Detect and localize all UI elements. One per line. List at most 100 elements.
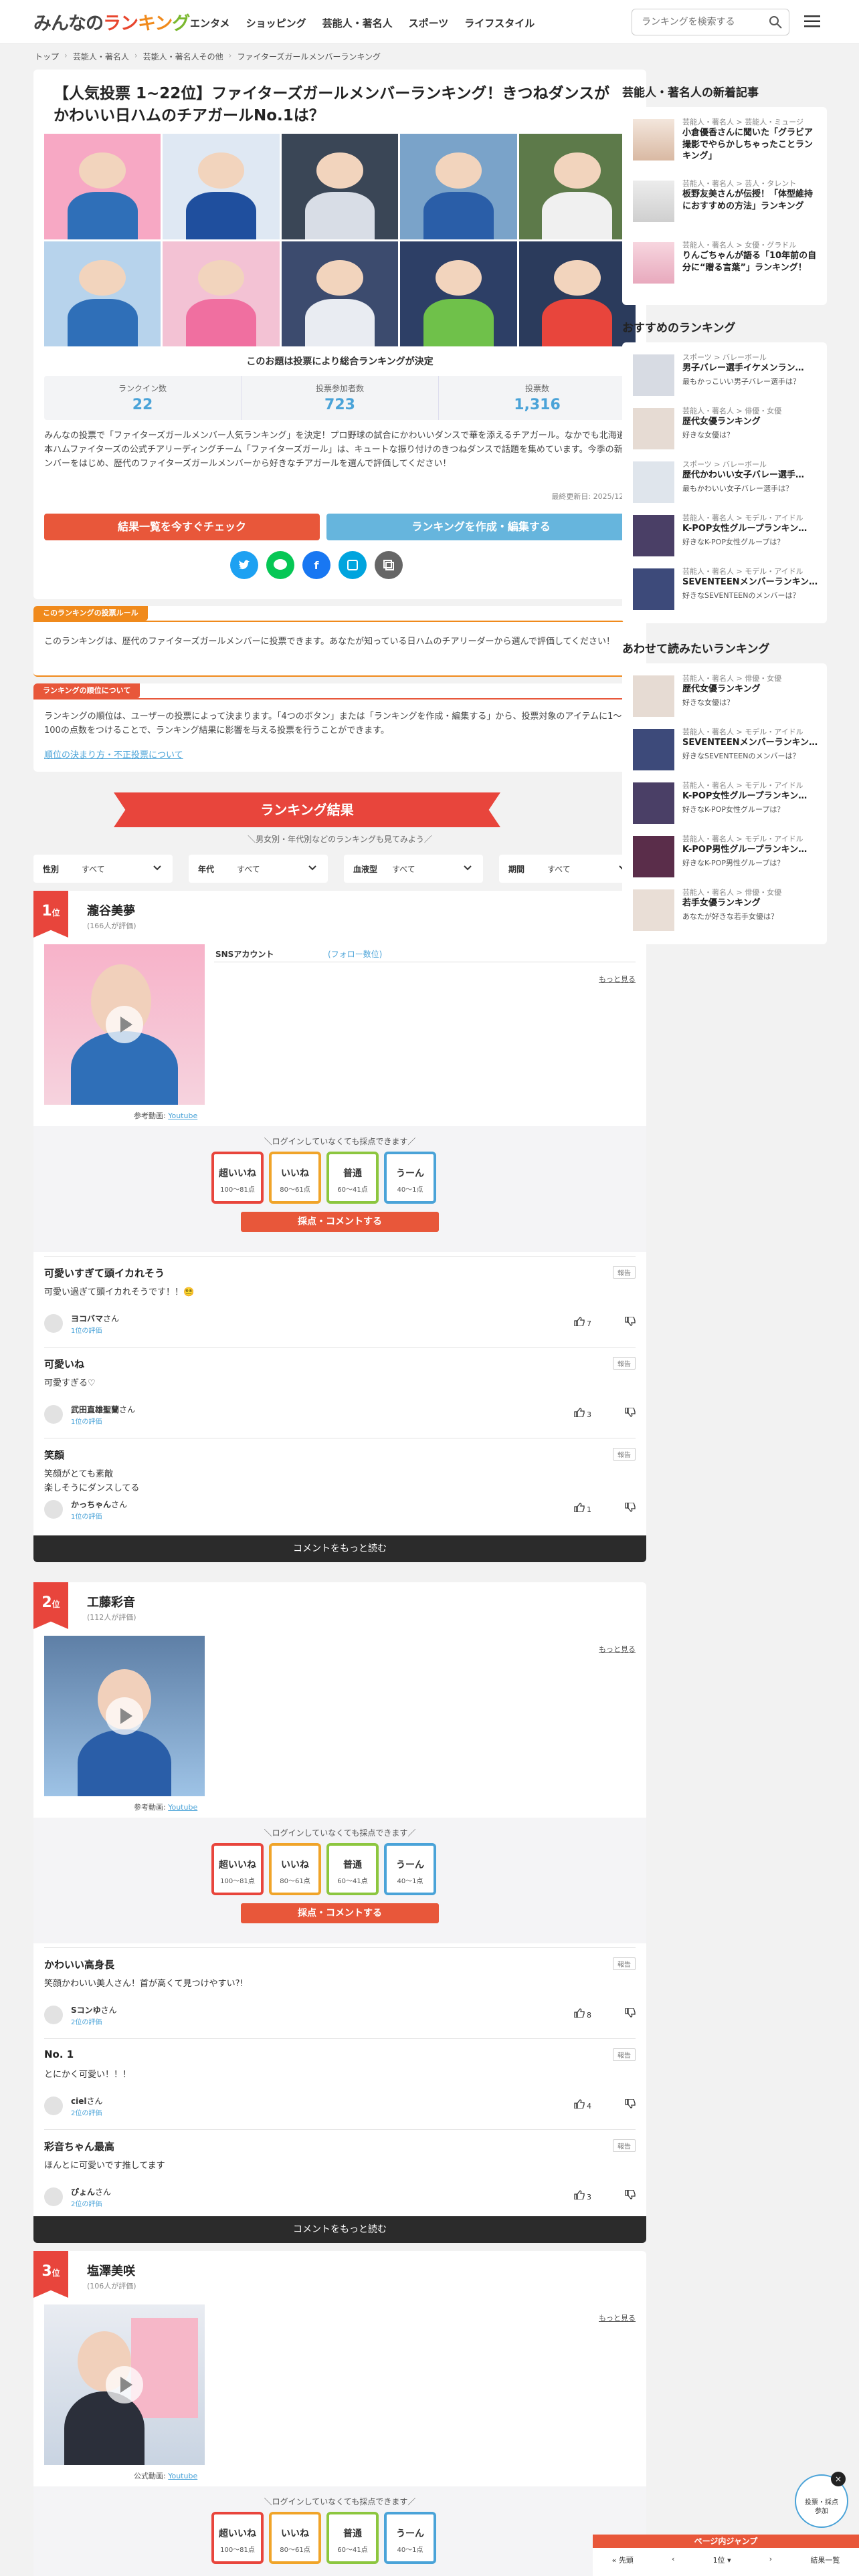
play-icon[interactable] [106, 1697, 143, 1735]
comment-eval[interactable]: 1位の評価 [71, 1511, 102, 1521]
vote-normal-button[interactable]: 普通 60〜41点 [326, 1843, 379, 1895]
more-comments-button[interactable]: コメントをもっと読む [33, 2216, 646, 2243]
vote-super-like-button[interactable]: 超いいね 100〜81点 [211, 2512, 264, 2564]
recommended-item[interactable]: スポーツ > バレーボール 男子バレー選手イケメンラン… 最もかっこいい男子バレー選… [633, 352, 820, 408]
comment-user[interactable]: ヨコバマさん [71, 1313, 119, 1324]
also-read-item[interactable]: 芸能人・著名人 > モデル・アイドル SEVENTEENメンバーランキン… 好きなS… [633, 726, 820, 782]
filter-gender[interactable]: 性別 すべて [33, 855, 173, 883]
like-button[interactable]: 3 [573, 2190, 591, 2202]
nav-item-shopping[interactable]: ショッピング [246, 16, 306, 30]
report-button[interactable]: 報告 [613, 1357, 636, 1370]
news-item[interactable]: 芸能人・著名人 > 芸人・タレント 板野友美さんが伝授！「体型維持におすすめの方… [633, 178, 820, 234]
dislike-icon[interactable] [625, 2189, 636, 2202]
comment-user[interactable]: かっちゃんさん [71, 1499, 127, 1510]
see-more-link[interactable]: もっと見る [599, 974, 636, 984]
like-button[interactable]: 3 [573, 1408, 591, 1419]
close-icon[interactable]: × [831, 2472, 846, 2486]
recommended-item[interactable]: 芸能人・著名人 > モデル・アイドル SEVENTEENメンバーランキン… 好きなS… [633, 566, 820, 622]
hatena-share-icon[interactable] [339, 551, 367, 579]
score-comment-button[interactable]: 採点・コメントする [241, 1903, 439, 1923]
report-button[interactable]: 報告 [613, 2048, 636, 2061]
facebook-share-icon[interactable]: f [302, 551, 330, 579]
site-logo[interactable]: みんなのランキング [33, 9, 190, 35]
vote-normal-button[interactable]: 普通 60〜41点 [326, 1152, 379, 1204]
filter-period[interactable]: 期間 すべて [499, 855, 638, 883]
sns-value[interactable]: (フォロー数位) [328, 948, 382, 960]
see-more-link[interactable]: もっと見る [599, 1644, 636, 1654]
vote-meh-button[interactable]: うーん 40〜1点 [384, 1843, 436, 1895]
hamburger-menu-icon[interactable] [804, 15, 820, 31]
play-icon[interactable] [106, 2366, 143, 2403]
recommended-item[interactable]: 芸能人・著名人 > 俳優・女優 歴代女優ランキング 好きな女優は？ [633, 405, 820, 461]
dislike-icon[interactable] [625, 1502, 636, 1515]
comment-user[interactable]: cielさん [71, 2095, 103, 2107]
jump-results-button[interactable]: 結果一覧 [810, 2555, 840, 2565]
dislike-icon[interactable] [625, 1407, 636, 1420]
news-item[interactable]: 芸能人・著名人 > 芸能人・ミュージ 小倉優香さんに聞いた「グラビア撮影でやらか… [633, 116, 820, 173]
dislike-icon[interactable] [625, 2008, 636, 2020]
breadcrumb-other[interactable]: 芸能人・著名人その他 [143, 51, 223, 62]
like-button[interactable]: 4 [573, 2099, 591, 2111]
jump-first-button[interactable]: « 先頭 [612, 2555, 634, 2565]
like-button[interactable]: 7 [573, 1317, 591, 1328]
comment-eval[interactable]: 2位の評価 [71, 2107, 102, 2117]
report-button[interactable]: 報告 [613, 1957, 636, 1970]
twitter-share-icon[interactable] [230, 551, 258, 579]
recommended-item[interactable]: スポーツ > バレーボール 歴代かわいい女子バレー選手… 最もかわいい女子バレー選手… [633, 459, 820, 515]
youtube-link[interactable]: Youtube [168, 1111, 197, 1120]
vote-meh-button[interactable]: うーん 40〜1点 [384, 1152, 436, 1204]
vote-super-like-button[interactable]: 超いいね 100〜81点 [211, 1152, 264, 1204]
create-ranking-button[interactable]: ランキングを作成・編集する [326, 514, 636, 540]
breadcrumb-celebrity[interactable]: 芸能人・著名人 [73, 51, 129, 62]
comment-user[interactable]: 武田直雄聖蘭さん [71, 1404, 135, 1415]
chevron-left-icon[interactable]: ‹ [672, 2555, 674, 2565]
like-button[interactable]: 8 [573, 2008, 591, 2020]
search-icon[interactable] [769, 15, 782, 31]
comment-eval[interactable]: 1位の評価 [71, 1416, 102, 1426]
see-more-link[interactable]: もっと見る [599, 2313, 636, 2323]
nav-item-entame[interactable]: エンタメ [190, 16, 230, 30]
vote-like-button[interactable]: いいね 80〜61点 [269, 1843, 321, 1895]
also-read-item[interactable]: 芸能人・著名人 > 俳優・女優 歴代女優ランキング 好きな女優は？ [633, 673, 820, 729]
like-button[interactable]: 1 [573, 1503, 591, 1514]
report-button[interactable]: 報告 [613, 1266, 636, 1279]
vote-participate-fab[interactable]: × 投票・採点 参加 [795, 2472, 848, 2528]
search-input[interactable] [642, 9, 769, 35]
fraud-policy-link[interactable]: 順位の決まり方・不正投票について [44, 749, 183, 763]
dislike-icon[interactable] [625, 1316, 636, 1329]
entry-name[interactable]: 瀧谷美夢 [87, 901, 135, 919]
jump-position-select[interactable]: 1位 ▾ [713, 2555, 731, 2565]
filter-blood-type[interactable]: 血液型 すべて [344, 855, 483, 883]
report-button[interactable]: 報告 [613, 2139, 636, 2152]
comment-user[interactable]: Sコンゆさん [71, 2004, 117, 2016]
entry-video[interactable] [44, 1636, 205, 1796]
also-read-item[interactable]: 芸能人・著名人 > モデル・アイドル K-POP女性グループランキン… 好きなK-P… [633, 780, 820, 836]
comment-eval[interactable]: 1位の評価 [71, 1325, 102, 1335]
chevron-right-icon[interactable]: › [769, 2555, 772, 2565]
entry-name[interactable]: 塩澤美咲 [87, 2262, 135, 2279]
comment-user[interactable]: ぴょんさん [71, 2186, 111, 2197]
vote-meh-button[interactable]: うーん 40〜1点 [384, 2512, 436, 2564]
entry-name[interactable]: 工藤彩音 [87, 1593, 135, 1610]
news-item[interactable]: 芸能人・著名人 > 女優・グラドル りんごちゃんが語る「10年前の自分に“贈る言… [633, 239, 820, 296]
vote-like-button[interactable]: いいね 80〜61点 [269, 1152, 321, 1204]
play-icon[interactable] [106, 1006, 143, 1043]
view-results-button[interactable]: 結果一覧を今すぐチェック [44, 514, 320, 540]
nav-item-sports[interactable]: スポーツ [409, 16, 449, 30]
comment-eval[interactable]: 2位の評価 [71, 2016, 102, 2026]
entry-video[interactable] [44, 2304, 205, 2465]
breadcrumb-top[interactable]: トップ [35, 51, 59, 62]
youtube-link[interactable]: Youtube [168, 1803, 197, 1812]
dislike-icon[interactable] [625, 2099, 636, 2111]
vote-super-like-button[interactable]: 超いいね 100〜81点 [211, 1843, 264, 1895]
nav-item-celebrity[interactable]: 芸能人・著名人 [322, 16, 393, 30]
entry-video[interactable] [44, 944, 205, 1105]
also-read-item[interactable]: 芸能人・著名人 > 俳優・女優 若手女優ランキング あなたが好きな若手女優は？ [633, 887, 820, 943]
more-comments-button[interactable]: コメントをもっと読む [33, 1535, 646, 1562]
score-comment-button[interactable]: 採点・コメントする [241, 1212, 439, 1232]
comment-eval[interactable]: 2位の評価 [71, 2198, 102, 2208]
vote-normal-button[interactable]: 普通 60〜41点 [326, 2512, 379, 2564]
recommended-item[interactable]: 芸能人・著名人 > モデル・アイドル K-POP女性グループランキン… 好きなK-P… [633, 512, 820, 568]
filter-age[interactable]: 年代 すべて [189, 855, 328, 883]
vote-like-button[interactable]: いいね 80〜61点 [269, 2512, 321, 2564]
